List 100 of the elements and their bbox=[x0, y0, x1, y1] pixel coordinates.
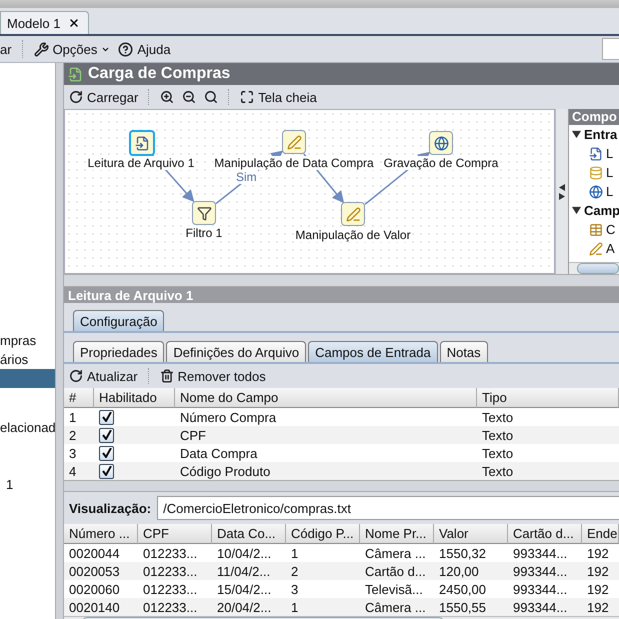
node-label: Leitura de Arquivo 1 bbox=[86, 156, 196, 170]
filter-icon bbox=[196, 206, 212, 220]
table-icon bbox=[589, 222, 603, 236]
table-cell: 993344... bbox=[508, 562, 582, 580]
tree-item[interactable]: mpras bbox=[0, 331, 55, 350]
file-icon bbox=[134, 136, 150, 150]
toolbar-icon-button[interactable] bbox=[204, 90, 218, 104]
palette-item[interactable]: L bbox=[569, 144, 619, 163]
table-cell: CPF bbox=[175, 426, 477, 444]
column-header[interactable]: Ende bbox=[582, 524, 619, 544]
checkbox[interactable] bbox=[99, 446, 114, 460]
table-cell: 4 bbox=[64, 462, 94, 480]
table-cell: 20/04/2... bbox=[212, 598, 286, 616]
checkbox[interactable] bbox=[99, 464, 114, 478]
refresh-icon bbox=[69, 90, 83, 104]
table-cell: 2 bbox=[64, 426, 94, 444]
table-cell: Câmera ... bbox=[360, 598, 434, 616]
palette-item[interactable]: L bbox=[569, 182, 619, 201]
tree-item[interactable]: elacionad bbox=[0, 418, 55, 437]
column-header[interactable]: Nome do Campo bbox=[175, 388, 477, 408]
palette-item[interactable]: C bbox=[569, 220, 619, 239]
file-icon bbox=[589, 146, 603, 160]
refresh-icon bbox=[69, 369, 83, 383]
scrollbar[interactable] bbox=[569, 262, 619, 274]
wrench-icon bbox=[34, 42, 49, 56]
toolbar-icon-button[interactable] bbox=[160, 90, 174, 104]
left-arrow-icon[interactable] bbox=[559, 184, 565, 190]
node-label: Filtro 1 bbox=[184, 226, 224, 240]
table-cell: 012233... bbox=[138, 598, 212, 616]
section-header: Leitura de Arquivo 1 bbox=[64, 287, 619, 303]
trash-icon bbox=[160, 369, 174, 383]
zoom-in-icon bbox=[160, 90, 174, 104]
column-header[interactable]: Cartão d... bbox=[508, 524, 582, 544]
table-cell: 1550,55 bbox=[434, 598, 508, 616]
panel-title: Carga de Compras bbox=[88, 65, 230, 83]
zoom-out-icon bbox=[182, 90, 196, 104]
column-header[interactable]: Data Co... bbox=[212, 524, 286, 544]
table-cell: 0020140 bbox=[64, 598, 138, 616]
config-tab[interactable]: Configuração bbox=[73, 310, 164, 331]
column-header[interactable]: CPF bbox=[138, 524, 212, 544]
fullscreen-icon bbox=[240, 90, 254, 104]
table-cell: 11/04/2... bbox=[212, 562, 286, 580]
flow-node[interactable] bbox=[192, 201, 216, 225]
options-menu[interactable]: Opções bbox=[34, 42, 110, 56]
database-icon bbox=[589, 166, 603, 180]
toolbar-button[interactable]: Tela cheia bbox=[240, 90, 317, 104]
pen-icon bbox=[589, 242, 603, 256]
globe-icon bbox=[589, 184, 603, 198]
table-cell: 2 bbox=[286, 562, 360, 580]
help-icon bbox=[118, 42, 134, 56]
flow-node[interactable] bbox=[129, 130, 155, 156]
sub-tab[interactable]: Notas bbox=[440, 341, 488, 362]
palette-item[interactable]: L bbox=[569, 163, 619, 182]
toolbar-icon-button[interactable] bbox=[182, 90, 196, 104]
checkbox[interactable] bbox=[99, 410, 114, 424]
toolbar-button[interactable]: Atualizar bbox=[69, 368, 138, 384]
help-button[interactable]: Ajuda bbox=[118, 42, 171, 56]
checkbox[interactable] bbox=[99, 428, 114, 442]
flow-node[interactable] bbox=[282, 130, 306, 154]
right-arrow-icon[interactable] bbox=[559, 192, 565, 200]
table-cell: 192 bbox=[582, 562, 619, 580]
tree-item[interactable]: ários bbox=[0, 350, 55, 369]
table-cell: 1 bbox=[286, 598, 360, 616]
edge-label: Sim bbox=[235, 170, 258, 184]
node-label: Manipulação de Valor bbox=[294, 228, 412, 242]
table-cell: Texto bbox=[477, 462, 619, 480]
field-label: Visualização: bbox=[69, 500, 152, 516]
column-header[interactable]: Código P... bbox=[286, 524, 360, 544]
tree-group[interactable]: Entra bbox=[569, 125, 619, 144]
sub-tab[interactable]: Definições do Arquivo bbox=[166, 341, 306, 362]
tree-item[interactable]: 1 bbox=[0, 475, 55, 494]
scrollbar[interactable] bbox=[555, 109, 568, 274]
toolbar-button[interactable]: Remover todos bbox=[160, 368, 266, 384]
column-header[interactable]: Valor bbox=[434, 524, 508, 544]
column-header[interactable]: Número ... bbox=[64, 524, 138, 544]
table-cell: 192 bbox=[582, 598, 619, 616]
path-field[interactable]: /ComercioEletronico/compras.txt bbox=[157, 496, 619, 520]
node-label: Manipulação de Data Compra bbox=[213, 156, 375, 170]
table-cell: 993344... bbox=[508, 598, 582, 616]
column-header[interactable]: # bbox=[64, 388, 94, 408]
globe-icon bbox=[434, 136, 448, 150]
node-label: Gravação de Compra bbox=[382, 156, 500, 170]
palette-item[interactable]: A bbox=[569, 239, 619, 258]
search-field[interactable] bbox=[602, 38, 619, 60]
document-tab[interactable]: Modelo 1 bbox=[0, 11, 90, 34]
sub-tab[interactable]: Campos de Entrada bbox=[308, 341, 438, 362]
column-header[interactable]: Habilitado bbox=[94, 388, 175, 408]
close-icon[interactable] bbox=[68, 17, 80, 29]
table-cell: Código Produto bbox=[175, 462, 477, 480]
flow-node[interactable] bbox=[429, 131, 453, 155]
flow-node[interactable] bbox=[341, 202, 365, 226]
table-cell: 0020053 bbox=[64, 562, 138, 580]
table-cell: Texto bbox=[477, 426, 619, 444]
toolbar-button[interactable]: ar bbox=[0, 42, 12, 56]
column-header[interactable]: Nome Pr... bbox=[360, 524, 434, 544]
sub-tab[interactable]: Propriedades bbox=[73, 341, 164, 362]
column-header[interactable]: Tipo bbox=[477, 388, 619, 408]
flow-icon bbox=[68, 66, 83, 82]
toolbar-button[interactable]: Carregar bbox=[69, 90, 138, 104]
zoom-icon bbox=[204, 90, 218, 104]
